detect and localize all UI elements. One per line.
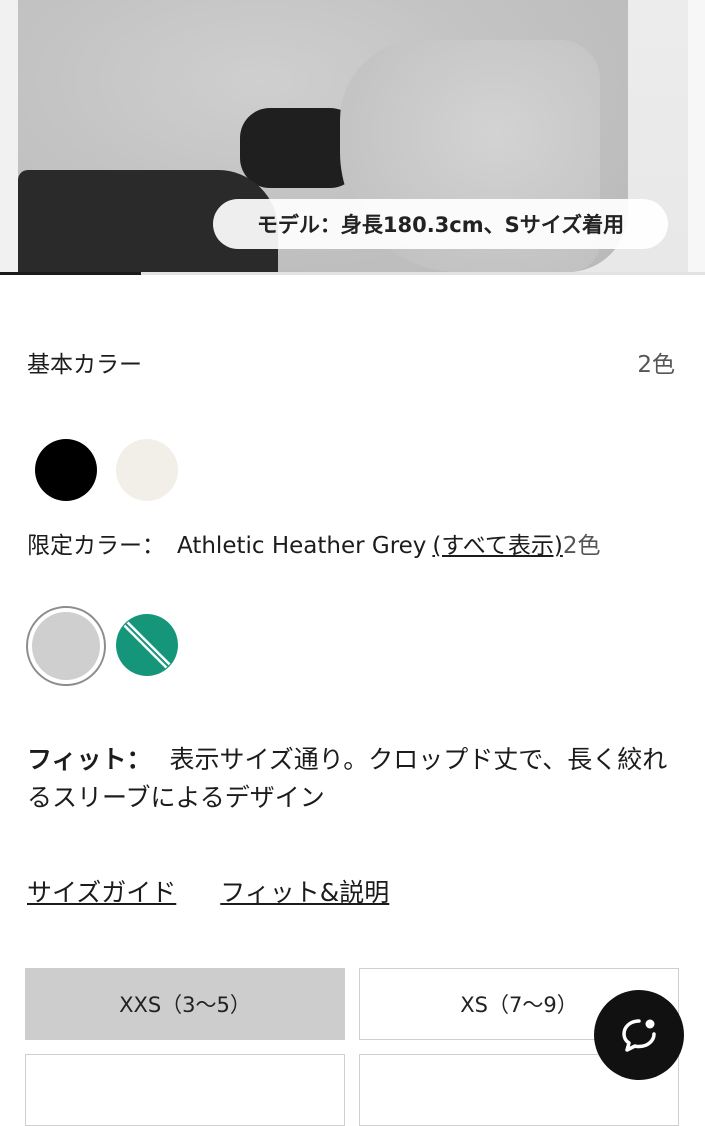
model-size-caption: モデル：身長180.3cm、Sサイズ着用: [213, 199, 668, 249]
swatch-fill: [32, 612, 100, 680]
carousel-progress-track: [0, 272, 705, 275]
color-swatch-black[interactable]: [35, 439, 97, 501]
limited-colors-count: 2色: [562, 533, 601, 559]
next-image-peek: [688, 0, 705, 272]
size-button-next-left[interactable]: [25, 1054, 345, 1126]
fit-label: フィット：: [27, 745, 152, 774]
chat-button[interactable]: [594, 990, 684, 1080]
selected-color-name: Athletic Heather Grey: [177, 533, 427, 559]
chat-bubble-icon: [622, 1019, 656, 1052]
stripe-icon: [123, 621, 171, 669]
basic-colors-header: 基本カラー 2色: [27, 345, 675, 379]
show-all-colors-link[interactable]: (すべて表示): [432, 526, 562, 560]
size-button-xxs[interactable]: XXS（3〜5）: [25, 968, 345, 1040]
limited-colors-label: 限定カラー：: [27, 533, 165, 559]
fit-details-link[interactable]: フィット&説明: [220, 873, 389, 909]
basic-colors-label: 基本カラー: [27, 352, 142, 378]
size-links: サイズガイド フィット&説明: [27, 873, 389, 909]
carousel-progress-fill: [0, 272, 141, 275]
limited-colors-header: 限定カラー： Athletic Heather Grey (すべて表示) 2色: [27, 526, 687, 560]
fit-description: フィット： 表示サイズ通り。クロップド丈で、長く絞れるスリーブによるデザイン: [27, 741, 677, 817]
size-guide-link[interactable]: サイズガイド: [27, 873, 176, 909]
color-swatch-teal[interactable]: [116, 614, 178, 676]
basic-colors-count: 2色: [637, 352, 675, 378]
product-image[interactable]: モデル：身長180.3cm、Sサイズ着用: [0, 0, 705, 272]
color-swatch-athletic-heather-grey[interactable]: [26, 606, 106, 686]
color-swatch-white[interactable]: [116, 439, 178, 501]
